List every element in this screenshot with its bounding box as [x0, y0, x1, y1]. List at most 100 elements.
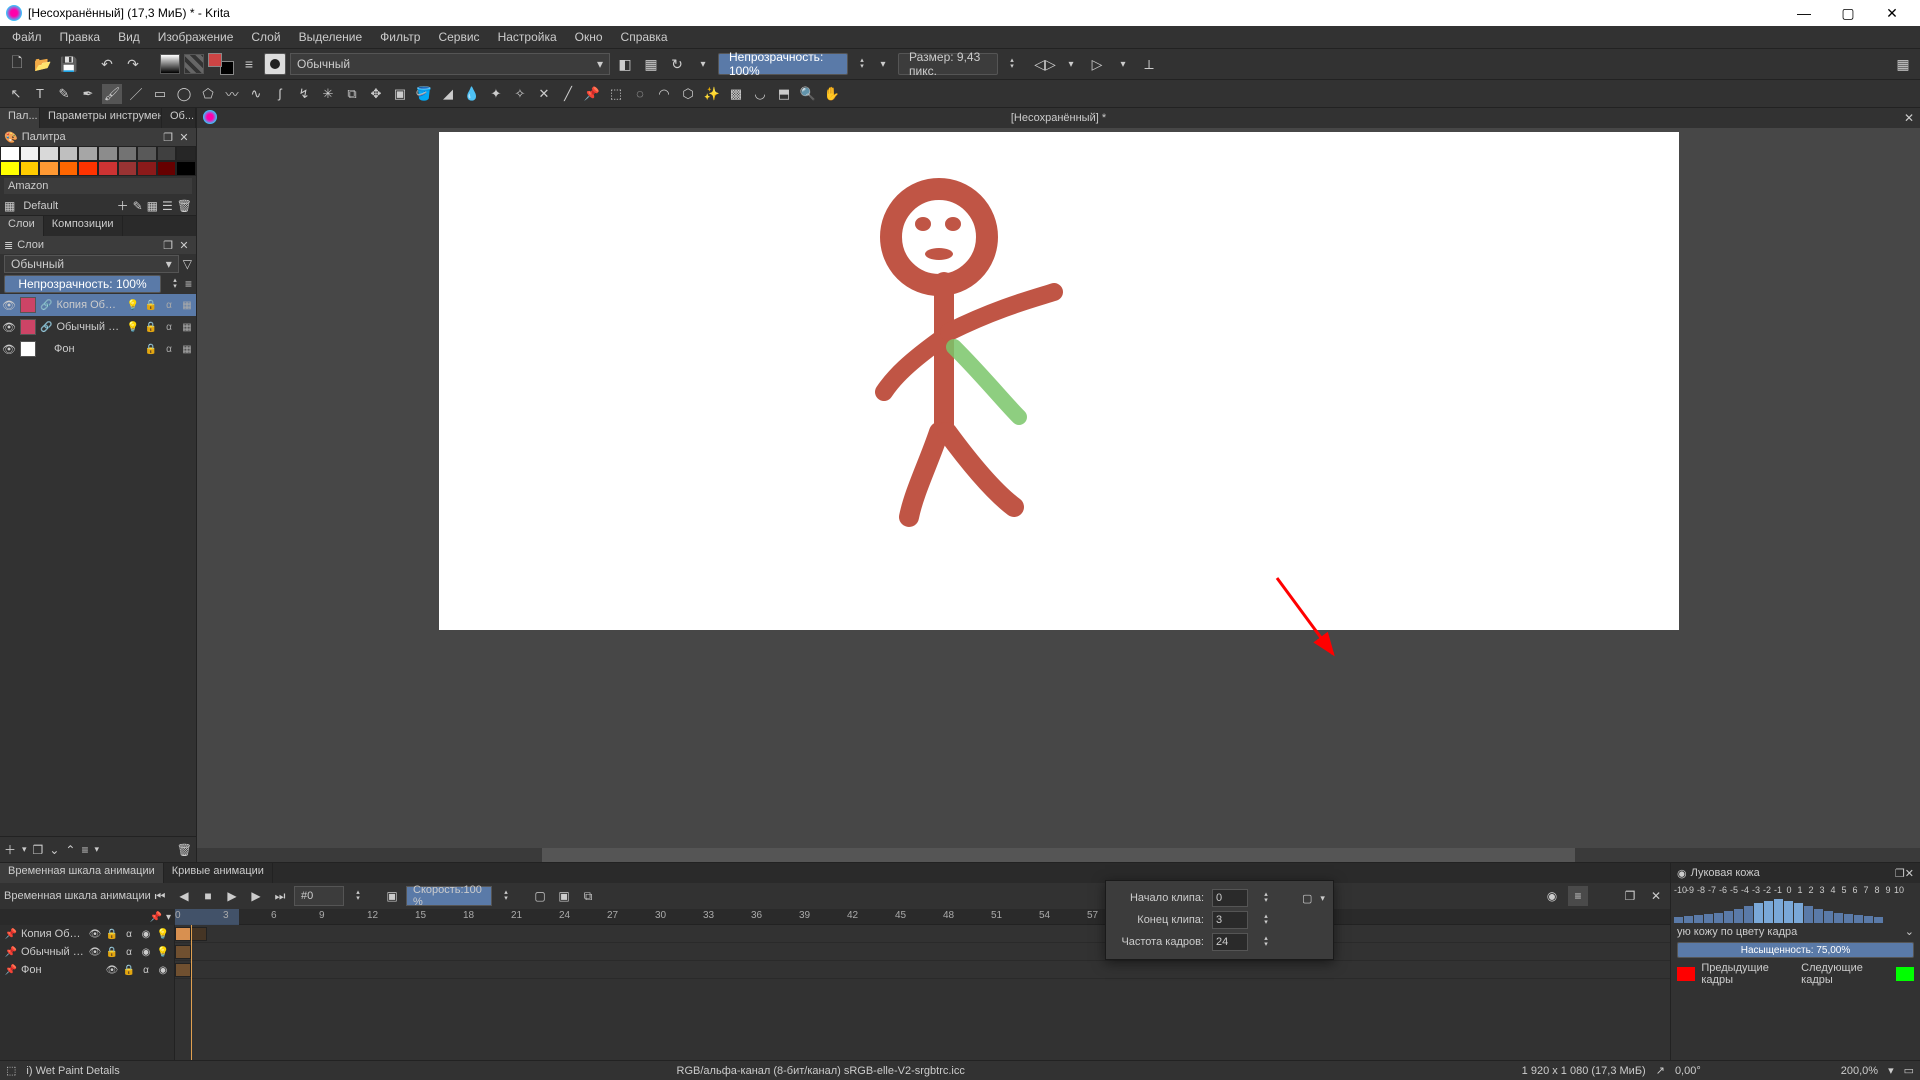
save-button[interactable]: 💾	[58, 53, 80, 75]
tool-move[interactable]: ✥	[366, 84, 386, 104]
layer-delete-icon[interactable]: 🗑	[177, 843, 192, 857]
skip-start-icon[interactable]: ⏮	[150, 886, 170, 906]
color-swatch[interactable]	[208, 53, 234, 75]
pin-icon[interactable]: 📌	[4, 929, 18, 940]
play-icon[interactable]: ▶	[222, 886, 242, 906]
inherit-alpha-icon[interactable]: ▦	[180, 300, 194, 311]
palette-swatch[interactable]	[137, 146, 157, 161]
status-zoom[interactable]: 200,0%	[1841, 1065, 1878, 1077]
palette-swatch[interactable]	[39, 161, 59, 176]
drop-frames-icon[interactable]: ▣	[382, 886, 402, 906]
palette-swatch[interactable]	[78, 146, 98, 161]
pin-all-icon[interactable]: 📌	[150, 912, 162, 923]
palette-swatch[interactable]	[20, 161, 40, 176]
timeline-settings-icon[interactable]: ≡	[1568, 886, 1588, 906]
tool-select-contig[interactable]: ✨	[702, 84, 722, 104]
palette-swatch[interactable]	[176, 161, 196, 176]
alpha-icon[interactable]: α	[162, 300, 176, 311]
bulb-icon[interactable]: 💡	[126, 300, 140, 311]
add-blank-frame-icon[interactable]: ▢	[530, 886, 550, 906]
eye-icon[interactable]: 👁	[105, 965, 119, 976]
bulb-icon[interactable]: 💡	[126, 322, 140, 333]
tool-zoom[interactable]: 🔍	[798, 84, 818, 104]
timeline-layer-row[interactable]: 📌Обычный слой ...👁🔒α◉💡	[0, 943, 174, 961]
tool-line[interactable]: ／	[126, 84, 146, 104]
pattern-swatch[interactable]	[184, 54, 204, 74]
opacity-stepper[interactable]: ▴▾	[856, 58, 868, 70]
timeline-tab-curves[interactable]: Кривые анимации	[164, 863, 273, 883]
size-stepper[interactable]: ▴▾	[1006, 58, 1018, 70]
timeline-tracks[interactable]	[175, 925, 1670, 1060]
tool-calligraphy[interactable]: ✒	[78, 84, 98, 104]
bulb-icon[interactable]: 💡	[156, 929, 170, 940]
tool-select-bezier[interactable]: ◡	[750, 84, 770, 104]
fps-stepper[interactable]: ▴▾	[1260, 936, 1272, 948]
palette-swatch[interactable]	[78, 161, 98, 176]
palette-swatch[interactable]	[0, 161, 20, 176]
tool-select-similar[interactable]: ▩	[726, 84, 746, 104]
eye-icon[interactable]: 👁	[88, 929, 102, 940]
palette-swatch[interactable]	[0, 146, 20, 161]
layer-blend-combo[interactable]: Обычный▾	[4, 255, 179, 273]
clip-end-field[interactable]	[1212, 911, 1248, 929]
menu-image[interactable]: Изображение	[150, 28, 242, 46]
dock-tab-tool-options[interactable]: Параметры инструмен...	[40, 108, 162, 128]
palette-grid[interactable]	[0, 146, 196, 176]
layer-menu-icon[interactable]: ≡	[185, 277, 192, 291]
menu-help[interactable]: Справка	[613, 28, 676, 46]
auto-key-icon[interactable]: ▢	[1302, 892, 1312, 905]
layer-visibility-icon[interactable]: 👁	[2, 343, 16, 356]
layer-up-icon[interactable]: ⌃	[65, 843, 75, 857]
chevron-down-icon[interactable]: ⌄	[1905, 925, 1914, 938]
onion-icon[interactable]: ◉	[139, 947, 153, 958]
brush-settings-icon[interactable]: ≡	[238, 53, 260, 75]
palette-swatch[interactable]	[118, 146, 138, 161]
menu-tools[interactable]: Сервис	[430, 28, 487, 46]
tool-rect[interactable]: ▭	[150, 84, 170, 104]
palette-add-icon[interactable]: ＋	[117, 197, 129, 214]
menu-filter[interactable]: Фильтр	[372, 28, 428, 46]
palette-swatch[interactable]	[59, 146, 79, 161]
dock-tab-palette[interactable]: Пал...	[0, 108, 40, 128]
palette-swatch[interactable]	[98, 161, 118, 176]
size-slider[interactable]: Размер: 9,43 пикс.	[898, 53, 998, 75]
preset-dropdown-icon[interactable]: ▾	[692, 53, 714, 75]
palette-swatch[interactable]	[157, 146, 177, 161]
skip-end-icon[interactable]: ⏭	[270, 886, 290, 906]
tool-color-picker[interactable]: 💧	[462, 84, 482, 104]
auto-key-menu-icon[interactable]: ▾	[1320, 893, 1325, 904]
onion-close-button[interactable]: ✕	[1905, 867, 1914, 880]
canvas[interactable]	[439, 132, 1679, 630]
layer-filter-icon[interactable]: ▽	[183, 257, 192, 271]
layer-visibility-icon[interactable]: 👁	[2, 321, 16, 334]
tool-text[interactable]: T	[30, 84, 50, 104]
tool-select-magnetic[interactable]: ⬒	[774, 84, 794, 104]
tool-measure[interactable]: ╱	[558, 84, 578, 104]
inherit-alpha-icon[interactable]: ▦	[180, 344, 194, 355]
tool-pattern-edit[interactable]: ✦	[486, 84, 506, 104]
layers-float-button[interactable]: ❐	[160, 239, 176, 252]
corner-menu-icon[interactable]: ▾	[166, 912, 171, 923]
palette-swatch[interactable]	[176, 146, 196, 161]
dock-tab-overview[interactable]: Об...	[162, 108, 196, 128]
palette-set-name[interactable]: Amazon	[4, 178, 192, 194]
remove-frame-icon[interactable]: ⧉	[578, 886, 598, 906]
menu-settings[interactable]: Настройка	[490, 28, 565, 46]
palette-swatch[interactable]	[157, 161, 177, 176]
timeline-ruler[interactable]: 036912151821242730333639424548515457	[175, 909, 1670, 925]
fps-field[interactable]	[1212, 933, 1248, 951]
status-angle[interactable]: 0,00°	[1675, 1065, 1701, 1077]
palette-swatch[interactable]	[118, 161, 138, 176]
menu-file[interactable]: Файл	[4, 28, 50, 46]
layers-close-button[interactable]: ✕	[176, 239, 192, 252]
tool-fill[interactable]: 🪣	[414, 84, 434, 104]
canvas-hscroll[interactable]	[197, 848, 1920, 862]
stop-icon[interactable]: ■	[198, 886, 218, 906]
layer-opacity-stepper[interactable]: ▴▾	[169, 278, 181, 290]
tool-select-freehand[interactable]: ◠	[654, 84, 674, 104]
playhead[interactable]	[191, 925, 192, 1060]
alpha-icon[interactable]: α	[162, 344, 176, 355]
layer-row-1[interactable]: 👁 🔗 Обычный слой 1 💡 🔒 α ▦	[0, 316, 196, 338]
tool-polyline[interactable]: 〰	[222, 84, 242, 104]
opacity-slider[interactable]: Непрозрачность: 100%	[718, 53, 848, 75]
